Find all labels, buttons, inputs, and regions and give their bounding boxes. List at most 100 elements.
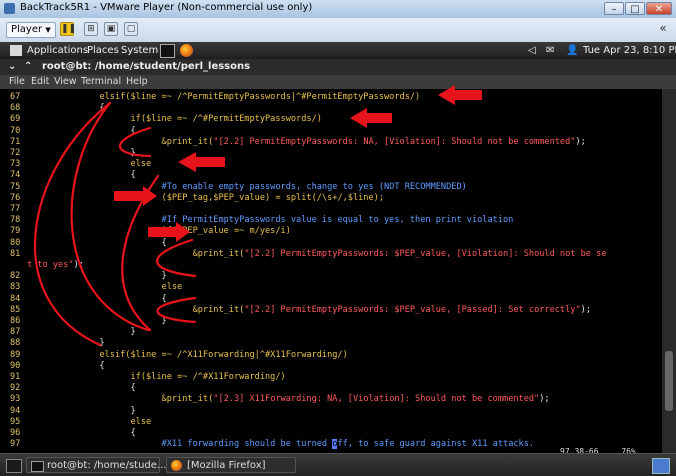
code-token: else <box>130 416 152 427</box>
code-text: { <box>27 360 105 372</box>
line-number: 87 <box>10 327 21 338</box>
mail-icon[interactable]: ✉ <box>546 42 554 59</box>
mute-icon[interactable]: ◁ <box>528 42 536 59</box>
gnome-bottom-panel: root@bt: /home/stude... [Mozilla Firefox… <box>0 453 676 476</box>
unity-icon[interactable]: ▢ <box>124 22 138 36</box>
taskbar-firefox-label: [Mozilla Firefox] <box>187 460 266 471</box>
minimize-button[interactable]: – <box>604 2 624 15</box>
code-token: elsif($line =~ /^X11Forwarding|^#X11Forw… <box>99 349 348 360</box>
line-number: 95 <box>10 416 21 427</box>
code-token: } <box>27 271 167 282</box>
code-token: #If PermitEmptyPasswords value is equal … <box>161 215 514 226</box>
player-label: Player <box>11 24 43 35</box>
code-text: elsif($line =~ /^X11Forwarding|^#X11Forw… <box>27 349 348 361</box>
terminal-code-view[interactable]: 67 elsif($line =~ /^PermitEmptyPasswords… <box>0 89 662 453</box>
terminal-title-bar: ⌄ ⌃ root@bt: /home/student/perl_lessons <box>0 59 676 75</box>
code-text: elsif($line =~ /^PermitEmptyPasswords|^#… <box>27 92 420 103</box>
code-token: ); <box>73 260 84 270</box>
network-icon[interactable]: ⊞ <box>84 22 98 36</box>
code-text: { <box>27 126 135 137</box>
code-text: &print_it("[2.3] X11Forwarding: NA, [Vio… <box>27 394 550 405</box>
terminal-icon <box>31 461 44 472</box>
line-number: 67 <box>10 92 21 102</box>
clock[interactable]: Tue Apr 23, 8:10 PM <box>583 42 676 59</box>
line-number: 73 <box>10 159 21 170</box>
code-token: "[2.2] PermitEmptyPasswords: $PEP_value,… <box>244 248 607 259</box>
show-desktop-icon[interactable] <box>6 459 22 473</box>
code-token: { <box>27 360 105 371</box>
menu-help[interactable]: Help <box>126 75 148 89</box>
places-menu[interactable]: Places <box>87 42 119 59</box>
firefox-launcher-icon[interactable] <box>180 44 193 57</box>
chevron-up-icon[interactable]: ⌃ <box>24 59 32 75</box>
applications-menu[interactable]: Applications <box>27 42 88 59</box>
taskbar-firefox-item[interactable]: [Mozilla Firefox] <box>166 457 296 473</box>
line-number: 83 <box>10 282 21 293</box>
code-token: { <box>27 383 136 394</box>
line-number: 81 <box>10 248 21 259</box>
chevron-down-icon[interactable]: ⌄ <box>8 59 16 75</box>
code-token: } <box>27 405 136 416</box>
pause-icon[interactable]: ❚❚ <box>60 22 76 36</box>
line-number: 85 <box>10 304 21 315</box>
line-number: 71 <box>10 136 21 147</box>
window-title: BackTrack5R1 - VMware Player (Non-commer… <box>20 2 313 13</box>
menu-view[interactable]: View <box>54 75 77 89</box>
code-text: } <box>27 338 105 349</box>
vmware-app-icon <box>4 3 15 14</box>
code-token: } <box>27 338 105 349</box>
code-text: } <box>27 271 167 282</box>
code-text: else <box>27 282 183 293</box>
maximize-button[interactable]: □ <box>625 2 645 15</box>
code-token: &print_it( <box>161 136 214 147</box>
scrollbar-thumb[interactable] <box>665 351 673 411</box>
player-menu-button[interactable]: Player ▼ <box>6 22 56 38</box>
backtrack-logo-icon <box>10 45 22 56</box>
line-number: 69 <box>10 114 21 125</box>
line-number: 94 <box>10 405 21 416</box>
code-token: #X11 forwarding should be turned <box>161 439 333 450</box>
code-text: } <box>27 148 136 159</box>
menu-edit[interactable]: Edit <box>31 75 49 89</box>
code-token: } <box>27 148 136 158</box>
menu-terminal[interactable]: Terminal <box>81 75 121 89</box>
code-token: #To enable empty passwords, change to ye… <box>161 181 467 192</box>
line-number: 76 <box>10 192 21 203</box>
line-number: 78 <box>10 215 21 226</box>
taskbar-terminal-item[interactable]: root@bt: /home/stude... <box>26 457 166 473</box>
taskbar-terminal-label: root@bt: /home/stude... <box>47 460 167 471</box>
terminal-menubar: File Edit View Terminal Help <box>0 75 676 89</box>
line-number: 84 <box>10 293 21 304</box>
line-number: 74 <box>10 170 21 181</box>
code-text: { <box>27 294 167 305</box>
code-text: &print_it("[2.2] PermitEmptyPasswords: $… <box>27 249 607 260</box>
workspace-switcher[interactable] <box>652 458 670 474</box>
terminal-launcher-icon[interactable] <box>160 44 175 58</box>
code-token: t to yes" <box>27 260 74 270</box>
line-number: 89 <box>10 349 21 360</box>
fullscreen-icon[interactable]: ▣ <box>104 22 118 36</box>
code-token: if($PEP_value =~ m/yes/i) <box>161 226 291 237</box>
code-token: { <box>27 170 136 181</box>
collapse-toolbar-icon[interactable]: « <box>656 22 670 36</box>
line-number: 80 <box>10 237 21 248</box>
close-button[interactable]: ✕ <box>646 2 672 15</box>
code-token: elsif($line =~ /^PermitEmptyPasswords|^#… <box>99 92 421 102</box>
firefox-icon <box>171 460 182 471</box>
code-token: &print_it( <box>192 304 245 315</box>
user-icon[interactable]: 👤 <box>566 42 578 59</box>
code-token: if($line =~ /^#X11Forwarding/) <box>130 372 286 382</box>
code-token: &print_it( <box>192 248 245 259</box>
menu-file[interactable]: File <box>9 75 25 89</box>
terminal-scrollbar[interactable] <box>662 89 676 453</box>
system-menu[interactable]: System <box>121 42 158 59</box>
line-number: 79 <box>10 226 21 237</box>
